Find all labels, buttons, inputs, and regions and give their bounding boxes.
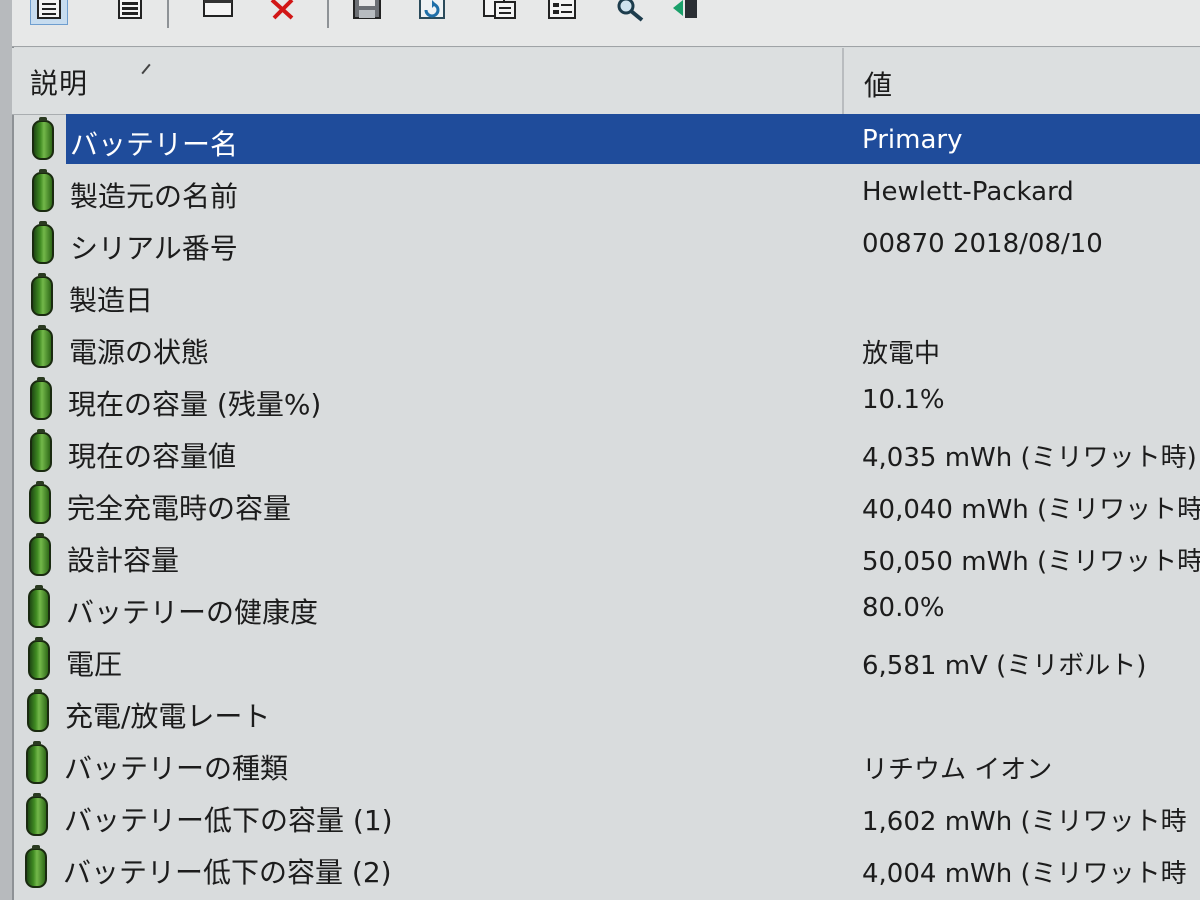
row-value: 6,581 mV (ミリボルト) [862,651,1147,681]
list-view-button[interactable] [112,0,150,26]
battery-icon [29,481,51,524]
row-value: Primary [862,125,963,155]
table-row[interactable]: バッテリー低下の容量 (2) 4,004 mWh (ミリワット時 [12,842,1200,894]
column-divider[interactable] [842,48,844,114]
table-row[interactable]: 製造日 [12,270,1200,322]
window-icon [203,0,233,17]
save-icon [353,0,381,19]
toolbar [12,0,1200,47]
battery-icon [31,273,53,316]
properties-icon [548,0,576,19]
row-description: 製造元の名前 [70,180,239,213]
properties-button[interactable] [542,0,580,26]
sort-indicator-icon [141,63,151,75]
row-value: 00870 2018/08/10 [862,229,1103,259]
column-header-description[interactable]: 説明 [30,62,88,102]
row-value: 4,004 mWh (ミリワット時 [862,859,1187,889]
column-header-value[interactable]: 値 [864,64,892,104]
search-icon [617,0,644,22]
battery-icon [25,845,47,888]
table-row[interactable]: バッテリー名 Primary [12,114,1200,166]
window-button[interactable] [197,0,235,26]
battery-icon [29,533,51,576]
copy-button[interactable] [477,0,516,26]
battery-icon [26,741,48,784]
table-row[interactable]: 電源の状態 放電中 [12,322,1200,374]
row-description: バッテリー低下の容量 (1) [64,804,393,837]
row-value: 50,050 mWh (ミリワット時 [862,547,1200,577]
table-row[interactable]: バッテリーの健康度 80.0% [12,582,1200,634]
row-value: 放電中 [862,339,941,369]
search-button[interactable] [610,0,648,26]
report-view-button[interactable] [30,0,68,25]
battery-icon [31,325,53,368]
row-value: 10.1% [862,385,945,415]
list-view-icon [118,0,142,19]
table-row[interactable]: 現在の容量 (残量%) 10.1% [12,374,1200,426]
row-value: リチウム イオン [862,755,1053,785]
table-row[interactable]: 電圧 6,581 mV (ミリボルト) [12,634,1200,686]
row-description: バッテリーの種類 [64,752,289,785]
delete-icon [270,0,294,20]
table-row[interactable]: バッテリー低下の容量 (1) 1,602 mWh (ミリワット時 [12,790,1200,842]
table-row[interactable]: 現在の容量値 4,035 mWh (ミリワット時) [12,426,1200,478]
table-row[interactable]: バッテリーの種類 リチウム イオン [12,738,1200,790]
row-value: 1,602 mWh (ミリワット時 [862,807,1187,837]
save-button[interactable] [347,0,385,26]
row-description: 現在の容量 (残量%) [68,388,322,421]
copy-icon [483,0,516,19]
battery-icon [28,585,50,628]
table-row[interactable]: 充電/放電レート [12,686,1200,738]
toolbar-separator [327,0,329,28]
battery-icon [32,169,54,212]
row-description: 設計容量 [67,544,180,577]
battery-icon [30,429,52,472]
exit-icon [673,0,697,18]
table-row[interactable]: シリアル番号 00870 2018/08/10 [12,218,1200,270]
battery-icon [26,793,48,836]
battery-icon [32,221,54,264]
delete-button[interactable] [262,0,300,26]
row-description: 現在の容量値 [68,440,237,473]
row-description: バッテリー低下の容量 (2) [63,856,392,889]
table-row[interactable]: 完全充電時の容量 40,040 mWh (ミリワット時 [12,478,1200,530]
row-description: シリアル番号 [70,232,238,265]
table-row[interactable]: 設計容量 50,050 mWh (ミリワット時 [12,530,1200,582]
battery-icon [27,689,49,732]
row-description: 製造日 [69,284,154,317]
refresh-icon [419,0,445,19]
battery-icon [28,637,50,680]
row-description: バッテリーの健康度 [66,596,319,629]
report-view-icon [37,0,61,19]
table-row[interactable]: 製造元の名前 Hewlett-Packard [12,166,1200,218]
row-value: Hewlett-Packard [862,177,1074,207]
row-description: バッテリー名 [70,128,239,161]
toolbar-separator [167,0,169,28]
refresh-button[interactable] [412,0,450,26]
battery-icon [32,117,54,160]
battery-icon [30,377,52,420]
row-description: 完全充電時の容量 [67,492,292,525]
row-description: 電圧 [66,648,123,681]
list-header: 説明 値 [12,48,1200,115]
row-description: 電源の状態 [69,336,210,369]
battery-info-list: バッテリー名 Primary 製造元の名前 Hewlett-Packard シリ… [12,114,1200,894]
row-value: 80.0% [862,593,945,623]
row-description: 充電/放電レート [65,700,271,733]
row-value: 4,035 mWh (ミリワット時) [862,443,1197,473]
row-value: 40,040 mWh (ミリワット時 [862,495,1200,525]
exit-button[interactable] [667,0,705,26]
